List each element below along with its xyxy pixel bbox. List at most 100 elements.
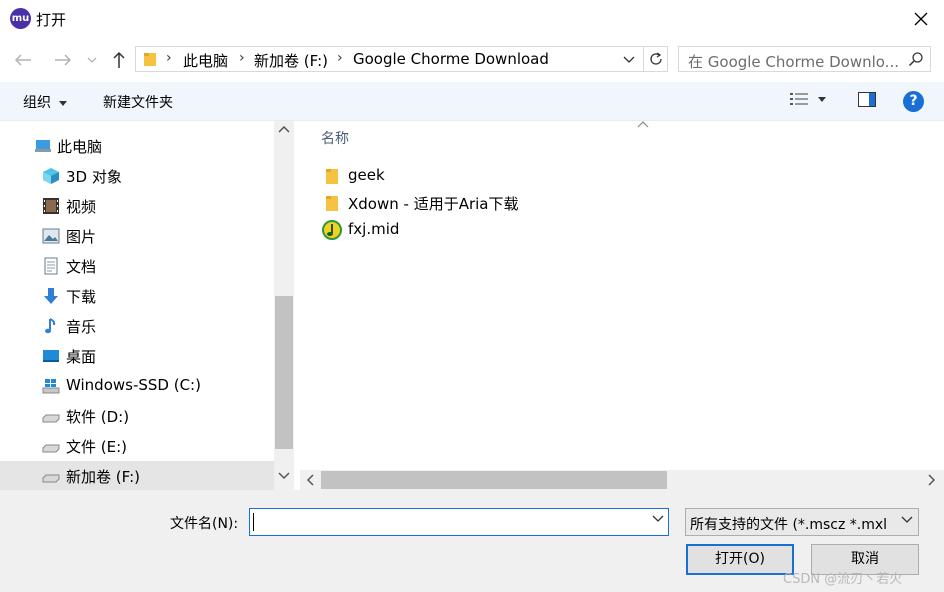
sidebar-item-drive-d[interactable]: 软件 (D:) [0,401,274,431]
arrow-up-icon [113,51,125,68]
caret-down-icon [818,96,826,102]
scroll-down-icon [278,472,290,480]
new-folder-button[interactable]: 新建文件夹 [103,92,173,112]
breadcrumb-this-pc[interactable]: 此电脑 [183,50,228,71]
sidebar-scrollbar[interactable] [274,121,294,490]
file-name: fxj.mid [348,220,400,238]
forward-button[interactable] [52,50,74,70]
desktop-icon [43,350,59,362]
picture-icon [42,228,60,244]
filename-input[interactable] [249,508,669,536]
sidebar-item-pictures[interactable]: 图片 [0,221,274,251]
arrow-left-icon [14,54,31,66]
refresh-button[interactable] [643,47,667,71]
sidebar-label: 3D 对象 [66,168,122,186]
file-type-filter-value: 所有支持的文件 (*.mscz *.mxl [690,517,888,533]
chevron-down-icon [623,56,635,63]
file-row[interactable]: Xdown - 适用于Aria下载 [322,190,622,216]
download-icon [44,288,58,304]
scrollbar-thumb[interactable] [321,471,667,489]
organize-button[interactable]: 组织 [23,92,68,112]
sidebar-label: 视频 [66,198,97,216]
folder-icon [144,53,156,66]
file-type-filter[interactable]: 所有支持的文件 (*.mscz *.mxl [685,508,919,536]
sidebar-item-downloads[interactable]: 下载 [0,281,274,311]
file-list: 名称 geek Xdown - 适用于Aria下载 fxj.mid [300,121,944,470]
app-icon: mu [10,8,31,29]
sidebar-item-this-pc[interactable]: 此电脑 [0,131,274,161]
preview-pane-icon [858,92,876,107]
navigation-bar: › 此电脑 › 新加卷 (F:) › Google Chorme Downloa… [0,38,944,82]
sidebar-item-drive-f[interactable]: 新加卷 (F:) [0,461,274,490]
sidebar-item-drive-c[interactable]: Windows-SSD (C:) [0,371,274,401]
sidebar-label: 桌面 [66,348,97,366]
search-icon [908,52,923,67]
scroll-right-icon [928,474,936,486]
address-bar[interactable]: › 此电脑 › 新加卷 (F:) › Google Chorme Downloa… [135,46,668,72]
midi-file-icon [322,220,342,240]
breadcrumb-current-folder[interactable]: Google Chorme Download [353,50,549,68]
cube-3d-icon [43,168,59,184]
preview-pane-button[interactable] [858,92,876,111]
caret-down-icon [59,100,68,106]
scroll-up-icon [278,125,290,133]
open-button[interactable]: 打开(O) [686,544,794,575]
sidebar-item-3d-objects[interactable]: 3D 对象 [0,161,274,191]
column-header-name[interactable]: 名称 [321,128,349,148]
refresh-icon [649,52,662,65]
navigation-pane: 此电脑 3D 对象 视频 图片 文档 下载 音乐 桌面 Windows-SSD … [0,121,274,490]
chevron-down-icon [901,516,913,523]
sidebar-label: 软件 (D:) [66,408,130,426]
breadcrumb-drive-f[interactable]: 新加卷 (F:) [254,50,328,71]
sort-ascending-icon [637,121,649,128]
dialog-footer: 文件名(N): 所有支持的文件 (*.mscz *.mxl 打开(O) 取消 C… [0,490,944,592]
sidebar-item-music[interactable]: 音乐 [0,311,274,341]
text-cursor [253,513,254,531]
drive-icon [42,444,60,453]
help-button[interactable]: ? [903,91,924,112]
sidebar-item-documents[interactable]: 文档 [0,251,274,281]
sidebar-label: 此电脑 [57,138,103,156]
address-dropdown-button[interactable] [620,51,638,69]
folder-icon [326,169,338,184]
music-icon [45,318,56,334]
document-icon [44,257,58,275]
filelist-horizontal-scrollbar[interactable] [300,470,944,490]
sidebar-label: Windows-SSD (C:) [66,376,201,394]
scroll-left-icon [306,474,314,486]
recent-locations-button[interactable] [84,50,100,70]
details-view-icon [790,93,808,105]
sidebar-item-desktop[interactable]: 桌面 [0,341,274,371]
watermark: CSDN @流刃丶若火 [783,572,903,587]
video-icon [43,198,59,214]
sidebar-label: 文件 (E:) [66,438,128,456]
window-title: 打开 [36,11,67,29]
arrow-right-icon [55,54,72,66]
close-icon [914,12,928,26]
search-placeholder: 在 Google Chorme Downlo... [688,53,898,71]
sidebar-item-videos[interactable]: 视频 [0,191,274,221]
file-row[interactable]: fxj.mid [322,217,622,243]
close-button[interactable] [904,4,938,34]
back-button[interactable] [12,50,34,70]
filename-label: 文件名(N): [170,516,239,532]
title-bar: mu 打开 [0,0,944,38]
sidebar-label: 音乐 [66,318,97,336]
windows-drive-icon [42,379,60,394]
drive-icon [42,474,60,483]
file-row[interactable]: geek [322,163,622,189]
up-button[interactable] [108,50,130,70]
file-name: geek [348,166,385,184]
sidebar-label: 图片 [66,228,97,246]
search-box[interactable]: 在 Google Chorme Downlo... [678,46,931,72]
drive-icon [42,414,60,423]
computer-icon [35,140,51,152]
chevron-down-icon [87,57,97,63]
sidebar-item-drive-e[interactable]: 文件 (E:) [0,431,274,461]
sidebar-label: 新加卷 (F:) [66,468,140,486]
folder-icon [326,196,338,211]
change-view-button[interactable] [790,92,826,106]
scrollbar-thumb[interactable] [275,296,293,449]
file-name: Xdown - 适用于Aria下载 [348,195,519,213]
organize-label: 组织 [23,95,51,111]
